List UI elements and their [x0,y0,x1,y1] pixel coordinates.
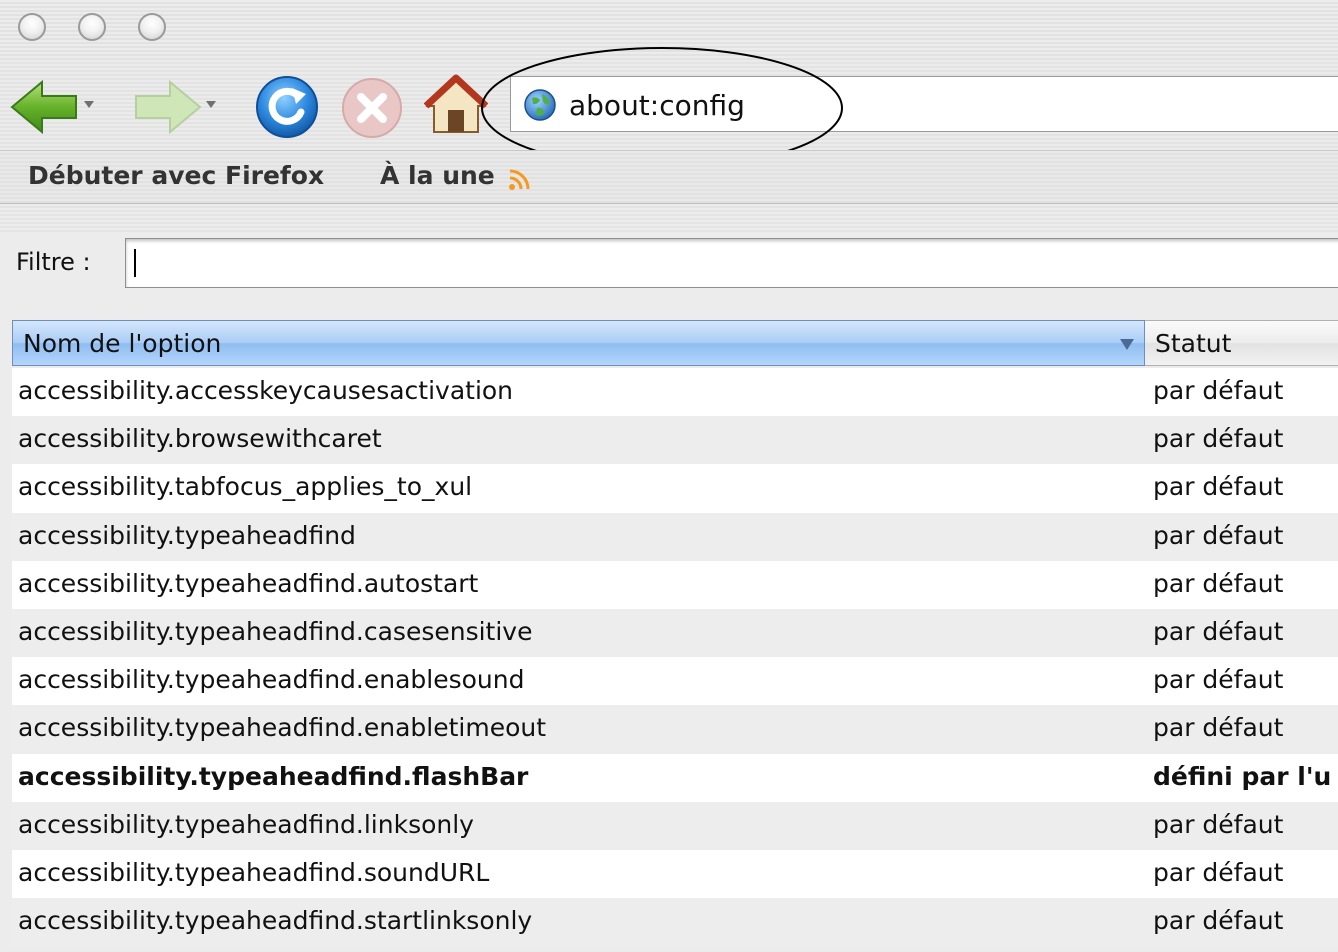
option-status: par défaut [1153,906,1284,936]
table-row[interactable]: accessibility.typeaheadfind.enablesound … [12,657,1338,706]
option-name: accessibility.typeaheadfind [18,520,356,550]
option-name: accessibility.typeaheadfind.soundURL [18,857,490,887]
table-row[interactable]: accessibility.typeaheadfind.linksonly pa… [12,801,1338,850]
option-name: accessibility.typeaheadfind.enablesound [18,665,525,695]
column-header-option-name[interactable]: Nom de l'option [12,320,1145,366]
table-row[interactable]: accessibility.typeaheadfind.casesensitiv… [12,608,1338,658]
table-header: Nom de l'option Statut [12,320,1338,368]
bookmark-a-la-une[interactable]: À la une [380,161,495,190]
column-header-label: Statut [1155,329,1232,358]
option-status: par défaut [1153,857,1284,887]
table-row[interactable]: accessibility.typeaheadfind.autostart pa… [12,560,1338,609]
option-name: accessibility.typeaheadfind.casesensitiv… [18,616,533,646]
minimize-window-button[interactable] [78,13,106,41]
bookmarks-toolbar: Débuter avec Firefox À la une [0,150,1338,204]
option-status: par défaut [1153,713,1284,743]
sort-descending-icon [1120,339,1134,350]
option-status: par défaut [1153,472,1284,502]
close-window-button[interactable] [18,13,46,41]
option-status: par défaut [1153,520,1284,550]
forward-dropdown-icon[interactable] [206,101,216,108]
forward-arrow-icon[interactable] [132,78,202,136]
filter-label: Filtre : [16,248,91,276]
option-name: accessibility.tabfocus_applies_to_xul [18,472,473,502]
table-row[interactable]: accessibility.typeaheadfind par défaut [12,512,1338,561]
content-top-strip [0,204,1338,234]
table-row[interactable]: accessibility.tabfocus_applies_to_xul pa… [12,464,1338,513]
home-icon[interactable] [424,72,488,136]
preferences-table: Nom de l'option Statut accessibility.acc… [12,320,1338,947]
bookmark-debuter-avec-firefox[interactable]: Débuter avec Firefox [28,161,324,190]
stop-icon[interactable] [340,76,404,140]
back-dropdown-icon[interactable] [84,101,94,108]
option-name: accessibility.typeaheadfind.flashBar [18,761,529,791]
option-name: accessibility.typeaheadfind.startlinkson… [18,906,533,936]
filter-input[interactable] [125,238,1338,288]
table-row-user-modified[interactable]: accessibility.typeaheadfind.flashBar déf… [12,753,1338,802]
rss-icon [509,169,530,190]
zoom-window-button[interactable] [138,13,166,41]
table-row[interactable]: accessibility.accesskeycausesactivation … [12,368,1338,417]
table-row[interactable]: accessibility.typeaheadfind.startlinkson… [12,898,1338,947]
option-status: par défaut [1153,665,1284,695]
option-status: par défaut [1153,424,1284,454]
option-name: accessibility.typeaheadfind.autostart [18,568,479,598]
table-row[interactable]: accessibility.browsewithcaret par défaut [12,416,1338,465]
back-arrow-icon[interactable] [10,78,80,136]
column-header-label: Nom de l'option [23,329,222,358]
table-row[interactable]: accessibility.typeaheadfind.enabletimeou… [12,705,1338,754]
option-name: accessibility.typeaheadfind.enabletimeou… [18,713,547,743]
text-caret [134,249,136,277]
reload-icon[interactable] [254,74,320,140]
table-row[interactable]: accessibility.typeaheadfind.soundURL par… [12,849,1338,899]
option-name: accessibility.accesskeycausesactivation [18,376,514,405]
option-name: accessibility.typeaheadfind.linksonly [18,809,474,839]
option-status: par défaut [1153,809,1284,839]
option-status: par défaut [1153,568,1284,598]
option-status: par défaut [1153,616,1284,646]
option-status: défini par l'u [1153,761,1332,791]
column-header-status[interactable]: Statut [1145,320,1338,366]
option-name: accessibility.browsewithcaret [18,424,382,454]
option-status: par défaut [1153,376,1284,405]
